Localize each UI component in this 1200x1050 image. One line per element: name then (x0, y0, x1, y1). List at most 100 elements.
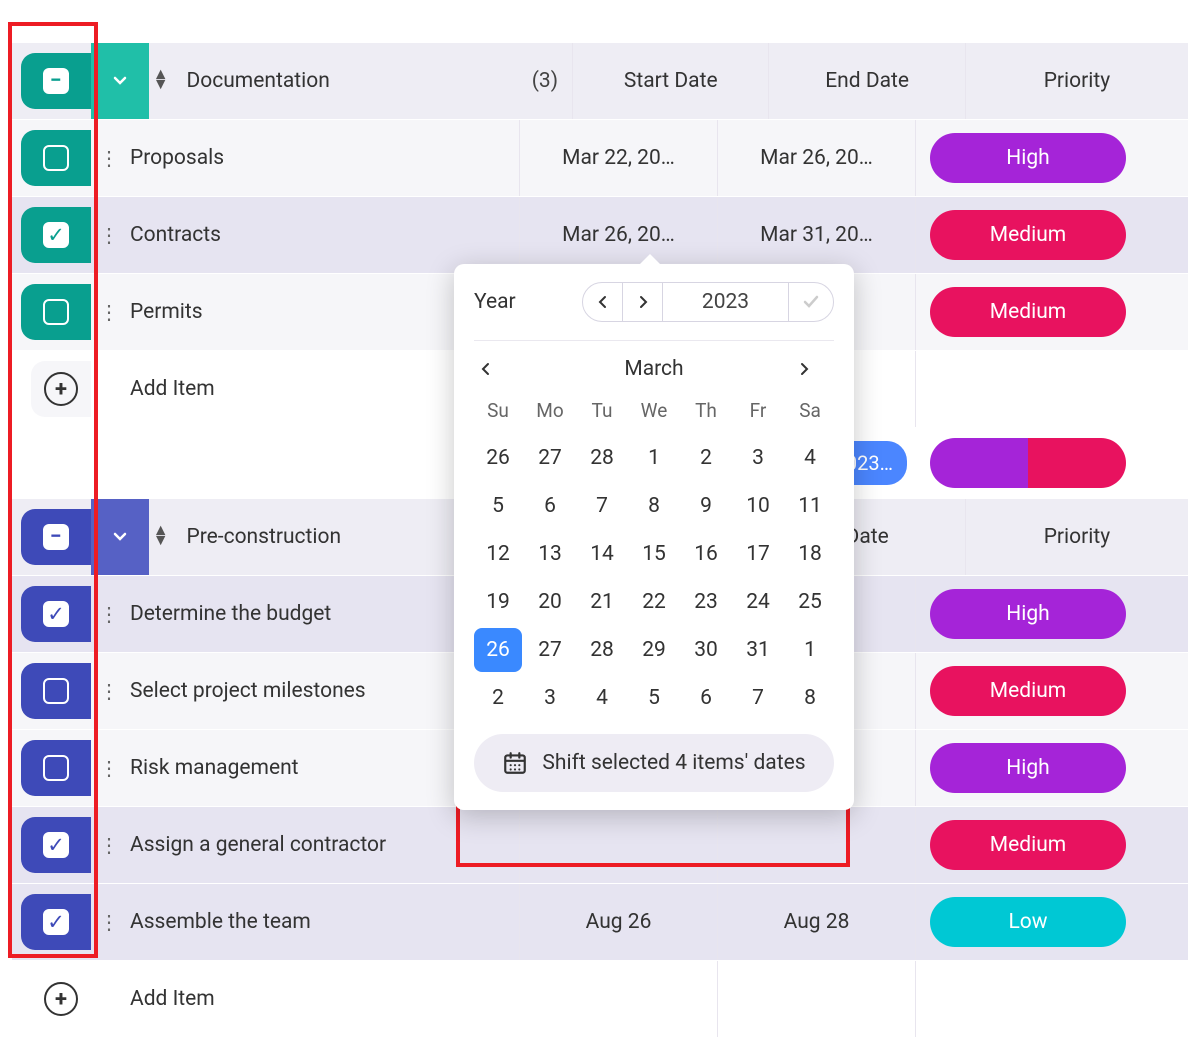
calendar-day[interactable]: 17 (734, 532, 782, 576)
calendar-day[interactable]: 2 (474, 676, 522, 720)
chevron-left-icon (480, 362, 492, 376)
calendar-day[interactable]: 16 (682, 532, 730, 576)
end-date-cell[interactable] (718, 807, 916, 883)
end-date-cell[interactable]: Aug 28 (718, 884, 916, 960)
drag-handle-icon[interactable]: ⋮ (92, 910, 126, 934)
calendar-day[interactable]: 28 (578, 628, 626, 672)
item-name[interactable]: Proposals (126, 120, 520, 196)
end-date-cell[interactable]: Mar 31, 20… (718, 197, 916, 273)
priority-badge[interactable]: Medium (930, 666, 1126, 716)
calendar-day[interactable]: 6 (682, 676, 730, 720)
column-header-end[interactable]: End Date (769, 43, 965, 119)
calendar-day[interactable]: 23 (682, 580, 730, 624)
row-checkbox[interactable] (21, 284, 91, 340)
calendar-day[interactable]: 9 (682, 484, 730, 528)
column-header-priority[interactable]: Priority (966, 43, 1188, 119)
calendar-day[interactable]: 10 (734, 484, 782, 528)
calendar-day[interactable]: 11 (786, 484, 834, 528)
shift-dates-button[interactable]: Shift selected 4 items' dates (474, 734, 834, 792)
drag-handle-icon[interactable]: ⋮ (92, 146, 126, 170)
calendar-day[interactable]: 24 (734, 580, 782, 624)
month-label[interactable]: March (624, 357, 683, 381)
calendar-day[interactable]: 19 (474, 580, 522, 624)
end-date-cell[interactable]: Mar 26, 20… (718, 120, 916, 196)
row-checkbox[interactable] (21, 130, 91, 186)
row-checkbox[interactable]: ✓ (21, 586, 91, 642)
start-date-cell[interactable]: Mar 22, 20… (520, 120, 718, 196)
drag-handle-icon[interactable]: ⋮ (92, 300, 126, 324)
item-name[interactable]: Assign a general contractor (126, 807, 520, 883)
calendar-day[interactable]: 5 (474, 484, 522, 528)
start-date-cell[interactable]: Mar 26, 20… (520, 197, 718, 273)
year-next-button[interactable] (623, 283, 663, 321)
add-item-button[interactable]: + (31, 971, 91, 1027)
year-display[interactable]: 2023 (663, 283, 789, 321)
group-checkbox-documentation[interactable]: − (21, 53, 91, 109)
month-next-button[interactable] (798, 362, 828, 376)
calendar-day[interactable]: 29 (630, 628, 678, 672)
calendar-day[interactable]: 4 (578, 676, 626, 720)
add-item-label[interactable]: Add Item (126, 961, 520, 1037)
priority-badge[interactable]: Low (930, 897, 1126, 947)
group-checkbox-preconstruction[interactable]: − (21, 509, 91, 565)
priority-badge[interactable]: Medium (930, 210, 1126, 260)
priority-badge[interactable]: High (930, 589, 1126, 639)
row-checkbox[interactable] (21, 740, 91, 796)
calendar-day[interactable]: 14 (578, 532, 626, 576)
calendar-day[interactable]: 6 (526, 484, 574, 528)
calendar-day[interactable]: 18 (786, 532, 834, 576)
calendar-day[interactable]: 27 (526, 628, 574, 672)
calendar-day[interactable]: 30 (682, 628, 730, 672)
calendar-day[interactable]: 8 (630, 484, 678, 528)
calendar-day[interactable]: 8 (786, 676, 834, 720)
sort-icon[interactable]: ▲▼ (149, 69, 183, 94)
calendar-day[interactable]: 27 (526, 436, 574, 480)
start-date-cell[interactable] (520, 807, 718, 883)
collapse-button-documentation[interactable] (91, 43, 148, 119)
row-checkbox[interactable]: ✓ (21, 894, 91, 950)
calendar-day[interactable]: 26 (474, 628, 522, 672)
item-name[interactable]: Contracts (126, 197, 520, 273)
calendar-day[interactable]: 22 (630, 580, 678, 624)
calendar-day[interactable]: 13 (526, 532, 574, 576)
year-confirm-button[interactable] (789, 283, 833, 321)
calendar-day[interactable]: 2 (682, 436, 730, 480)
drag-handle-icon[interactable]: ⋮ (92, 223, 126, 247)
calendar-day[interactable]: 25 (786, 580, 834, 624)
drag-handle-icon[interactable]: ⋮ (92, 679, 126, 703)
year-prev-button[interactable] (583, 283, 623, 321)
add-item-button[interactable]: + (31, 361, 91, 417)
calendar-day[interactable]: 31 (734, 628, 782, 672)
calendar-day[interactable]: 12 (474, 532, 522, 576)
sort-icon[interactable]: ▲▼ (149, 525, 183, 550)
priority-badge[interactable]: High (930, 133, 1126, 183)
priority-badge[interactable]: Medium (930, 287, 1126, 337)
calendar-day[interactable]: 20 (526, 580, 574, 624)
priority-badge[interactable]: High (930, 743, 1126, 793)
row-checkbox[interactable] (21, 663, 91, 719)
row-checkbox[interactable]: ✓ (21, 817, 91, 873)
row-checkbox[interactable]: ✓ (21, 207, 91, 263)
calendar-day[interactable]: 7 (578, 484, 626, 528)
calendar-day[interactable]: 7 (734, 676, 782, 720)
calendar-day[interactable]: 5 (630, 676, 678, 720)
calendar-day[interactable]: 1 (786, 628, 834, 672)
month-prev-button[interactable] (480, 362, 510, 376)
collapse-button-preconstruction[interactable] (91, 499, 148, 575)
calendar-day[interactable]: 1 (630, 436, 678, 480)
priority-badge[interactable]: Medium (930, 820, 1126, 870)
drag-handle-icon[interactable]: ⋮ (92, 756, 126, 780)
drag-handle-icon[interactable]: ⋮ (92, 602, 126, 626)
calendar-day[interactable]: 3 (734, 436, 782, 480)
column-header-start[interactable]: Start Date (573, 43, 769, 119)
calendar-day[interactable]: 28 (578, 436, 626, 480)
column-header-priority[interactable]: Priority (966, 499, 1188, 575)
calendar-day[interactable]: 26 (474, 436, 522, 480)
start-date-cell[interactable]: Aug 26 (520, 884, 718, 960)
calendar-day[interactable]: 21 (578, 580, 626, 624)
calendar-day[interactable]: 4 (786, 436, 834, 480)
calendar-day[interactable]: 15 (630, 532, 678, 576)
drag-handle-icon[interactable]: ⋮ (92, 833, 126, 857)
item-name[interactable]: Assemble the team (126, 884, 520, 960)
calendar-day[interactable]: 3 (526, 676, 574, 720)
